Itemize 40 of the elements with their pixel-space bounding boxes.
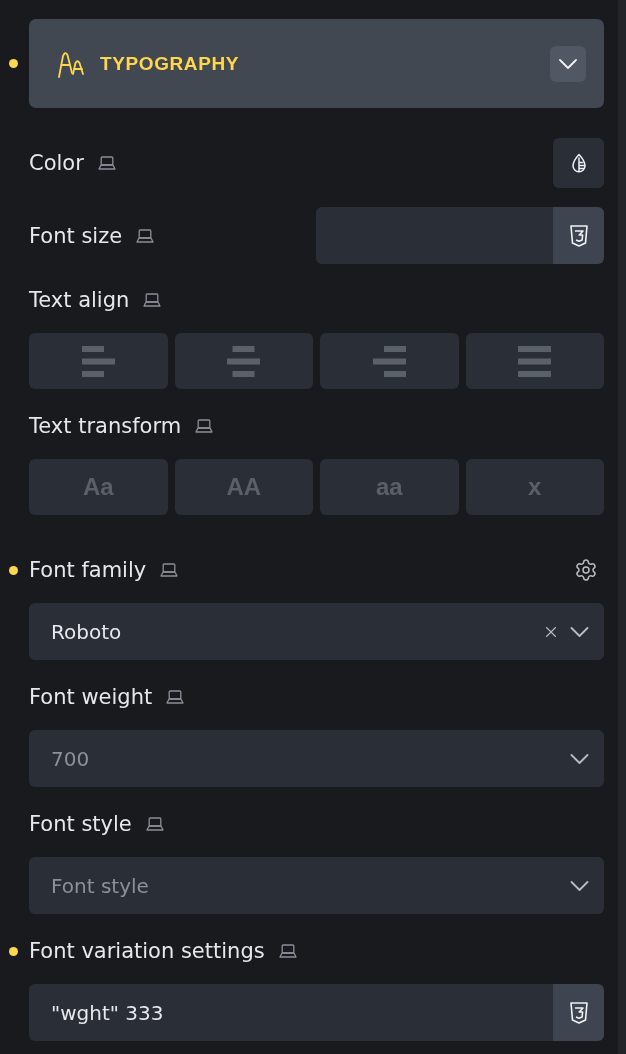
laptop-icon[interactable]	[136, 228, 155, 243]
color-picker-button[interactable]	[553, 138, 604, 188]
field-label: Font weight	[29, 685, 153, 709]
shield-icon	[568, 224, 589, 247]
chevron-down-icon	[570, 753, 589, 764]
dropdown-select[interactable]: 700	[29, 730, 604, 787]
laptop-icon[interactable]	[195, 419, 214, 433]
droplet-icon	[570, 153, 587, 173]
css-button[interactable]	[553, 984, 604, 1041]
field-label: Font family	[29, 558, 147, 582]
field-label: Text align	[29, 288, 130, 312]
input-field[interactable]: "wght" 333	[29, 984, 553, 1041]
align-center-icon	[227, 345, 261, 377]
laptop-icon[interactable]	[145, 817, 164, 831]
field-label: Font variation settings	[29, 939, 265, 963]
align-justify-icon	[518, 345, 552, 377]
typography-icon	[55, 49, 87, 78]
section-header[interactable]: TYPOGRAPHY	[29, 19, 604, 108]
shield-icon	[568, 1001, 589, 1024]
settings-icon[interactable]	[574, 558, 598, 582]
chevron-down-icon	[559, 58, 577, 69]
chevron-down-icon	[570, 626, 589, 637]
laptop-icon[interactable]	[143, 293, 162, 307]
field-label: Font style	[29, 812, 132, 836]
laptop-icon[interactable]	[278, 944, 297, 958]
laptop-icon[interactable]	[97, 156, 116, 170]
laptop-icon[interactable]	[166, 690, 185, 704]
field-label: Text transform	[29, 414, 182, 438]
dropdown-select[interactable]: Roboto	[29, 603, 604, 660]
css-button[interactable]	[553, 207, 604, 264]
collapse-button[interactable]	[550, 45, 586, 82]
field-label: Color	[29, 151, 84, 175]
align-left-icon	[81, 345, 115, 377]
field-label: Font size	[29, 223, 123, 248]
input-field[interactable]	[316, 207, 553, 264]
chevron-down-icon	[570, 880, 589, 891]
section-title: TYPOGRAPHY	[100, 52, 241, 75]
align-right-icon	[372, 345, 406, 377]
dropdown-select[interactable]: Font style	[29, 857, 604, 914]
laptop-icon[interactable]	[160, 563, 179, 577]
